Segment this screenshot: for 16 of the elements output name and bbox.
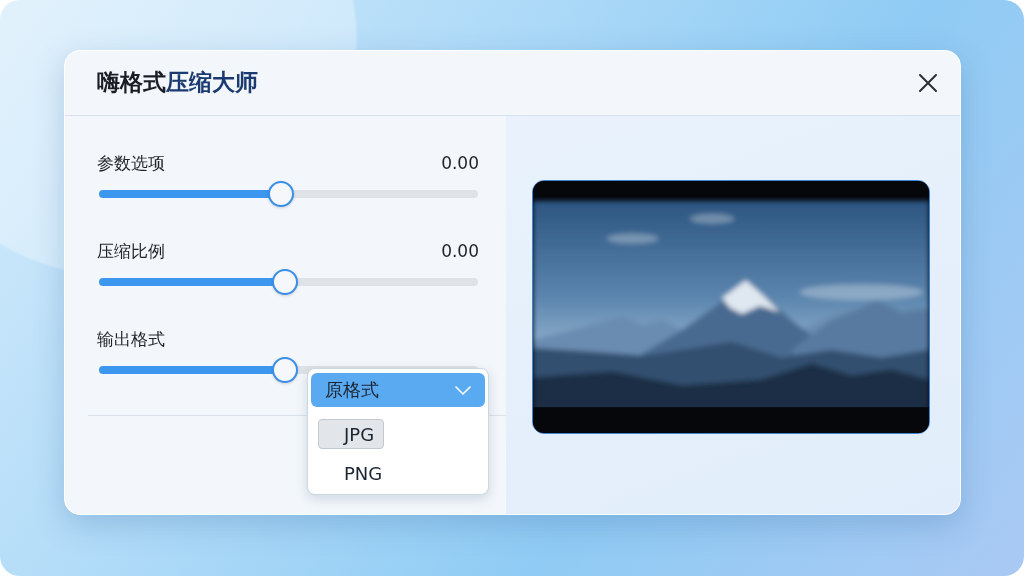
setting-label: 参数选项 xyxy=(97,151,165,175)
dropdown-option[interactable]: PNG xyxy=(318,458,393,488)
slider-track[interactable] xyxy=(99,181,478,207)
slider-track[interactable] xyxy=(99,269,478,295)
setting-value: 0.00 xyxy=(441,153,479,173)
format-dropdown[interactable]: 原格式 xyxy=(311,373,485,407)
window-title: 嗨格式压缩大师 xyxy=(97,69,258,97)
close-icon xyxy=(919,74,937,92)
slider-thumb[interactable] xyxy=(267,181,294,207)
setting-value: 0.00 xyxy=(441,241,479,261)
slider-thumb[interactable] xyxy=(271,357,298,383)
chevron-down-icon xyxy=(455,385,471,395)
setting-label: 压缩比例 xyxy=(97,239,165,263)
slider-thumb[interactable] xyxy=(271,269,298,295)
dropdown-option[interactable]: JPG xyxy=(318,419,385,449)
setting-label: 输出格式 xyxy=(97,327,165,351)
